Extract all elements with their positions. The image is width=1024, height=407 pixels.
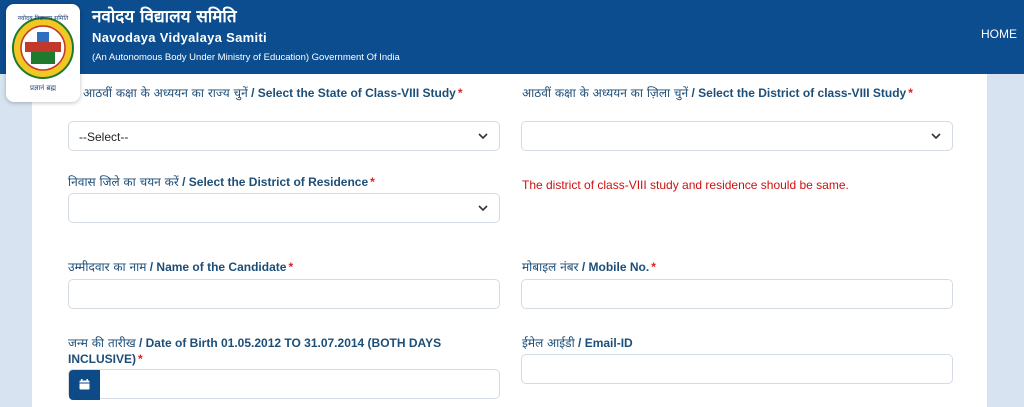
svg-text:प्रज्ञानं ब्रह्म: प्रज्ञानं ब्रह्म <box>30 84 56 92</box>
district-study-select[interactable] <box>521 121 953 151</box>
svg-text:नवोदय विद्यालय समिति: नवोदय विद्यालय समिति <box>18 14 69 22</box>
calendar-button[interactable] <box>69 370 100 400</box>
nvs-emblem-icon: नवोदय विद्यालय समिति प्रज्ञानं ब्रह्म <box>12 14 74 92</box>
residence-district-label: निवास जिले का चयन करें / Select the Dist… <box>68 175 375 189</box>
chevron-down-icon <box>478 133 488 140</box>
chevron-down-icon <box>478 205 488 212</box>
org-subtitle: (An Autonomous Body Under Ministry of Ed… <box>92 52 400 63</box>
org-name-hindi: नवोदय विद्यालय समिति <box>92 7 237 27</box>
state-label: आठवीं कक्षा के अध्ययन का राज्य चुनें / S… <box>83 86 463 100</box>
nvs-logo[interactable]: नवोदय विद्यालय समिति प्रज्ञानं ब्रह्म <box>6 4 80 102</box>
residence-district-select[interactable] <box>68 193 500 223</box>
candidate-name-input[interactable] <box>68 279 500 309</box>
dob-label: जन्म की तारीख / Date of Birth 01.05.2012… <box>68 336 442 366</box>
chevron-down-icon <box>931 133 941 140</box>
dob-input[interactable] <box>68 369 500 400</box>
district-study-label: आठवीं कक्षा के अध्ययन का ज़िला चुनें / S… <box>522 86 913 100</box>
calendar-icon <box>79 379 90 390</box>
state-select[interactable]: --Select-- <box>68 121 500 151</box>
email-label: ईमेल आईडी / Email-ID <box>522 336 633 350</box>
email-input[interactable] <box>521 354 953 384</box>
candidate-name-label: उम्मीदवार का नाम / Name of the Candidate… <box>68 260 294 274</box>
nav-home-link[interactable]: HOME <box>981 27 1017 41</box>
residence-validation-note: The district of class-VIII study and res… <box>522 178 849 192</box>
mobile-label: मोबाइल नंबर / Mobile No. * <box>522 260 656 274</box>
state-select-value: --Select-- <box>79 130 129 144</box>
mobile-input[interactable] <box>521 279 953 309</box>
org-name-english: Navodaya Vidyalaya Samiti <box>92 30 267 45</box>
site-header: नवोदय विद्यालय समिति Navodaya Vidyalaya … <box>0 0 1024 74</box>
